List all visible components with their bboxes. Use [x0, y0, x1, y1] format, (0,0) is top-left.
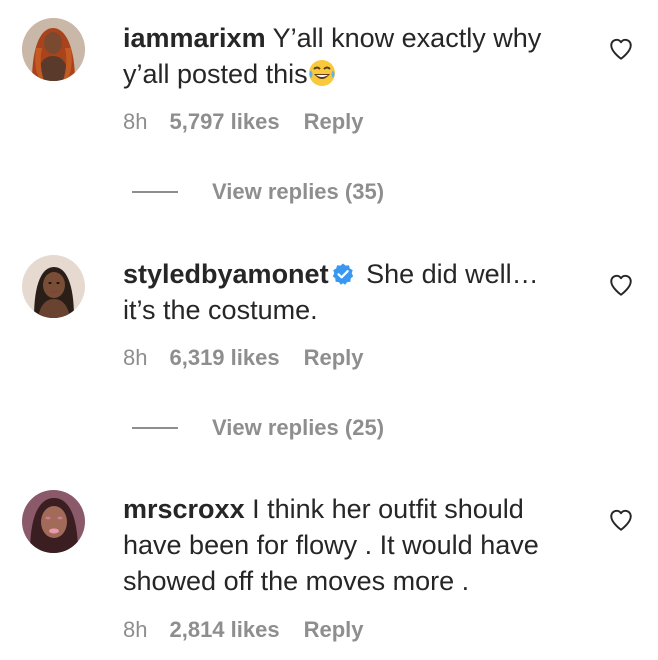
likes-count[interactable]: 5,797 likes [169, 109, 279, 134]
reply-button[interactable]: Reply [304, 109, 364, 134]
timestamp: 8h [123, 617, 148, 642]
likes-count[interactable]: 6,319 likes [169, 345, 279, 370]
comment-text: styledbyamonet She did well… it’s the co… [123, 256, 583, 328]
heart-outline-icon [610, 509, 632, 531]
avatar[interactable] [22, 490, 85, 553]
heart-outline-icon [610, 274, 632, 296]
view-replies-button[interactable]: View replies (35) [132, 177, 384, 207]
avatar-image [22, 255, 85, 318]
comment-body-line2: have been for flowy . It would have [123, 530, 539, 560]
view-replies-label: View replies (25) [212, 415, 385, 440]
username[interactable]: mrscroxx [123, 494, 245, 524]
comment-body-line1: Y’all know exactly why [272, 23, 542, 53]
replies-divider-line [132, 427, 178, 429]
comment-body-line1: She did well… [366, 259, 539, 289]
likes-count[interactable]: 2,814 likes [169, 617, 279, 642]
view-replies-button[interactable]: View replies (25) [132, 413, 384, 443]
comment-body-line1: I think her outfit should [252, 494, 524, 524]
username[interactable]: iammarixm [123, 23, 266, 53]
comment-meta: 8h 2,814 likes Reply [123, 616, 364, 644]
username[interactable]: styledbyamonet [123, 259, 329, 289]
tears-of-joy-emoji-icon [308, 59, 336, 87]
like-button[interactable] [608, 507, 634, 533]
reply-button[interactable]: Reply [304, 617, 364, 642]
avatar[interactable] [22, 18, 85, 81]
replies-divider-line [132, 191, 178, 193]
comment-text: iammarixm Y’all know exactly why y’all p… [123, 20, 583, 92]
avatar-image [22, 18, 85, 81]
comment-body-line2: y’all posted this [123, 59, 308, 89]
timestamp: 8h [123, 109, 148, 134]
comment-meta: 8h 6,319 likes Reply [123, 344, 364, 372]
timestamp: 8h [123, 345, 148, 370]
comment-body-line2: it’s the costume. [123, 295, 318, 325]
heart-outline-icon [610, 38, 632, 60]
view-replies-label: View replies (35) [212, 179, 385, 204]
comment-text: mrscroxx I think her outfit should have … [123, 491, 583, 599]
verified-badge-icon [331, 262, 355, 286]
comment-meta: 8h 5,797 likes Reply [123, 108, 364, 136]
like-button[interactable] [608, 36, 634, 62]
avatar-image [22, 490, 85, 553]
like-button[interactable] [608, 272, 634, 298]
comment-body-line3: showed off the moves more . [123, 566, 470, 596]
reply-button[interactable]: Reply [304, 345, 364, 370]
avatar[interactable] [22, 255, 85, 318]
